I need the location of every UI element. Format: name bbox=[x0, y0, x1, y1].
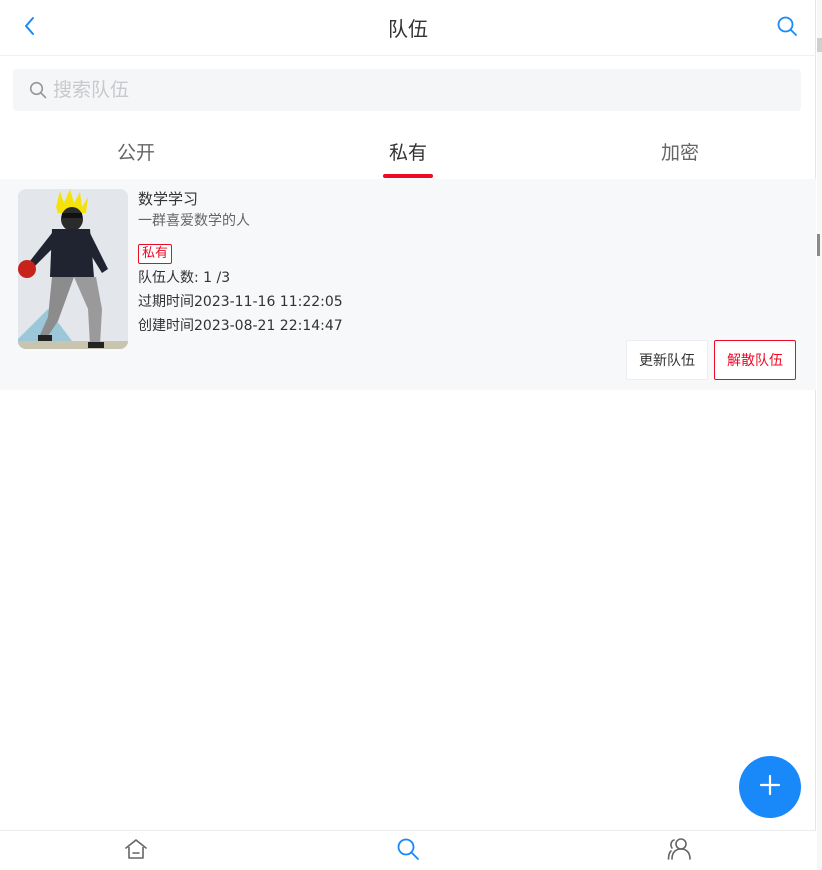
tab-private[interactable]: 私有 bbox=[272, 124, 544, 178]
search-icon bbox=[396, 837, 420, 865]
scrollbar-thumb[interactable] bbox=[817, 234, 820, 256]
tab-encrypted[interactable]: 加密 bbox=[544, 124, 816, 178]
active-tab-indicator bbox=[383, 174, 433, 178]
bottom-tabbar bbox=[0, 830, 816, 870]
plus-icon bbox=[759, 774, 781, 800]
tab-label: 私有 bbox=[388, 141, 427, 164]
tabbar-item-search[interactable] bbox=[272, 831, 544, 870]
search-icon bbox=[776, 15, 798, 41]
window-edge bbox=[817, 0, 822, 870]
search-bar bbox=[13, 69, 801, 111]
edge-marker bbox=[817, 38, 822, 52]
team-description: 一群喜爱数学的人 bbox=[138, 213, 250, 229]
tabbar-item-home[interactable] bbox=[0, 831, 272, 870]
chevron-left-icon bbox=[23, 16, 37, 40]
dissolve-team-button[interactable]: 解散队伍 bbox=[714, 340, 796, 380]
team-icon bbox=[667, 837, 693, 865]
team-card[interactable]: 数学学习 一群喜爱数学的人 私有 队伍人数: 1 /3 过期时间2023-11-… bbox=[0, 179, 816, 390]
tab-bar: 公开 私有 加密 bbox=[0, 124, 816, 178]
tab-public[interactable]: 公开 bbox=[0, 124, 272, 178]
search-icon bbox=[27, 79, 49, 101]
page-title: 队伍 bbox=[388, 17, 428, 41]
add-team-button[interactable] bbox=[739, 756, 801, 818]
nav-search-button[interactable] bbox=[772, 13, 802, 43]
team-member-count: 队伍人数: 1 /3 bbox=[138, 270, 231, 286]
home-icon bbox=[124, 838, 148, 864]
team-expire-time: 过期时间2023-11-16 11:22:05 bbox=[138, 294, 343, 310]
tab-label: 公开 bbox=[116, 141, 155, 164]
team-name: 数学学习 bbox=[138, 190, 199, 208]
tabbar-item-team[interactable] bbox=[544, 831, 816, 870]
team-info: 数学学习 一群喜爱数学的人 私有 队伍人数: 1 /3 过期时间2023-11-… bbox=[138, 189, 343, 336]
update-team-button[interactable]: 更新队伍 bbox=[626, 340, 708, 380]
status-badge: 私有 bbox=[138, 244, 173, 264]
nav-bar: 队伍 bbox=[0, 0, 816, 56]
app-window: 队伍 公开 私有 加密 bbox=[0, 0, 816, 870]
back-button[interactable] bbox=[16, 14, 44, 42]
tab-label: 加密 bbox=[660, 141, 699, 164]
team-avatar bbox=[18, 189, 128, 349]
team-create-time: 创建时间2023-08-21 22:14:47 bbox=[138, 318, 343, 334]
search-input[interactable] bbox=[53, 79, 753, 101]
